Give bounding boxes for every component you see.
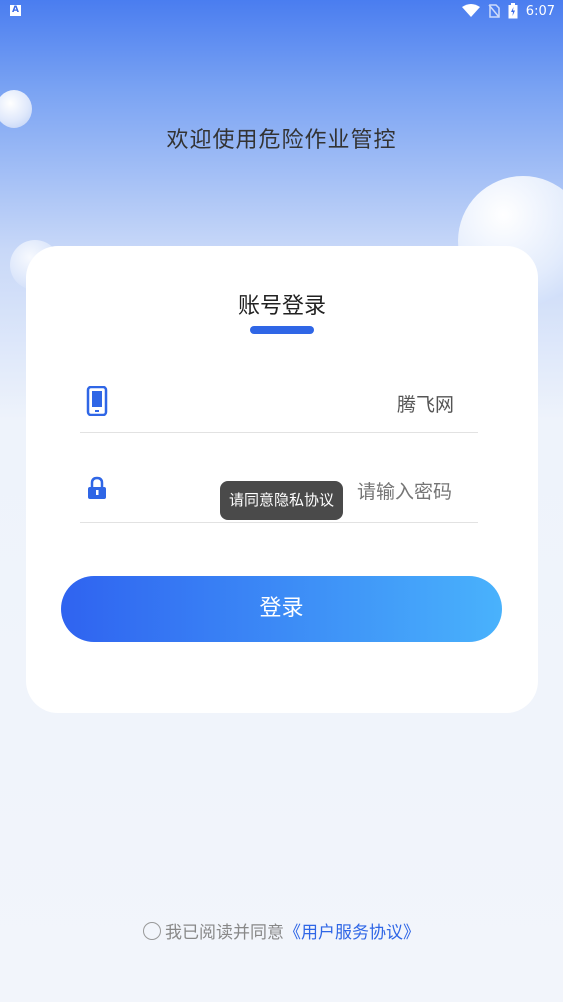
agreement-row: 我已阅读并同意 《用户服务协议》 [0,918,563,943]
tab-indicator [250,326,314,334]
clock: 6:07 [525,3,555,19]
agreement-text: 我已阅读并同意 [165,923,284,943]
login-button[interactable]: 登录 [61,576,502,642]
privacy-toast: 请同意隐私协议 [220,481,343,520]
status-icons: 6:07 [461,3,555,19]
agree-checkbox[interactable] [143,921,161,940]
wifi-icon [461,4,480,17]
login-card: 账号登录 腾飞网 [26,246,538,713]
battery-icon [508,3,518,19]
phone-icon [86,385,108,420]
login-tab-title: 账号登录 [237,294,326,319]
app-notification-icon: A [10,5,21,16]
welcome-title: 欢迎使用危险作业管控 [166,128,397,153]
status-bar: A 6:07 [0,0,563,24]
account-value[interactable]: 腾飞网 [397,390,454,417]
no-sim-icon [488,4,500,18]
lock-icon [86,476,108,506]
account-field[interactable]: 腾飞网 [80,376,478,433]
user-agreement-link[interactable]: 《用户服务协议》 [284,918,420,943]
